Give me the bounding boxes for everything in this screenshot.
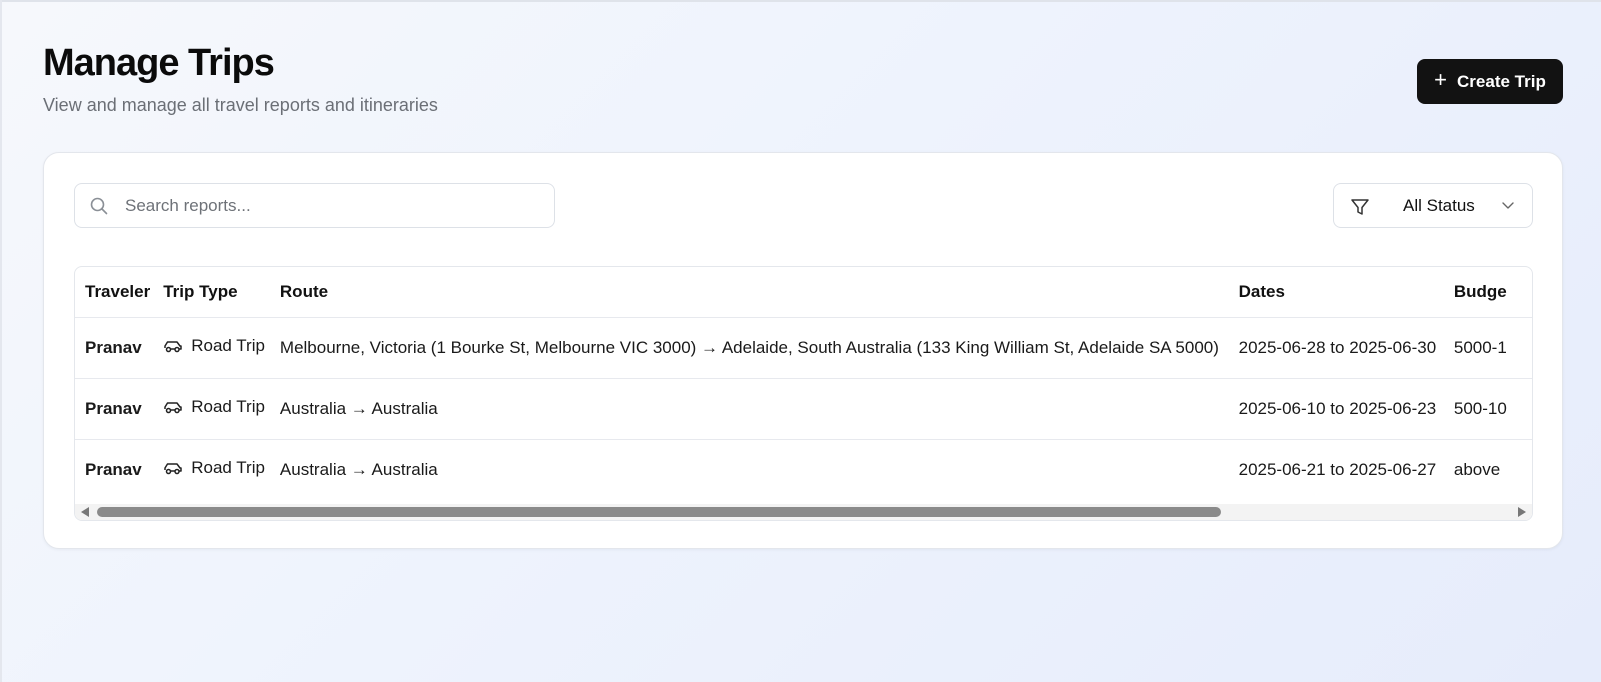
create-trip-button[interactable]: + Create Trip	[1417, 59, 1563, 104]
chevron-down-icon	[1502, 202, 1514, 209]
search-box	[74, 183, 555, 228]
column-header-budget[interactable]: Budge	[1444, 267, 1532, 317]
car-icon	[164, 341, 182, 353]
trips-table-container: Traveler Trip Type Route Dates Budge Pra…	[74, 266, 1533, 521]
page-title: Manage Trips	[43, 42, 275, 84]
create-trip-button-label: Create Trip	[1457, 71, 1546, 91]
column-header-trip-type[interactable]: Trip Type	[153, 267, 270, 317]
status-filter-select[interactable]: All Status	[1333, 183, 1533, 228]
traveler-cell: Pranav	[85, 337, 142, 357]
route-cell: Australia → Australia	[279, 398, 438, 418]
route-cell: Australia → Australia	[279, 459, 438, 479]
dates-cell: 2025-06-28 to 2025-06-30	[1238, 337, 1437, 357]
search-icon	[90, 197, 108, 215]
budget-cell: 500-10	[1453, 398, 1507, 418]
horizontal-scrollbar[interactable]	[75, 504, 1532, 520]
car-icon	[164, 463, 182, 475]
table-row[interactable]: Pranav Road Trip Melbourne, Victoria (1 …	[75, 317, 1532, 378]
filter-icon	[1351, 199, 1369, 215]
trip-type-cell: Road Trip	[153, 317, 270, 378]
trip-type-label: Road Trip	[191, 458, 265, 478]
dates-cell: 2025-06-10 to 2025-06-23	[1238, 398, 1437, 418]
traveler-cell: Pranav	[85, 459, 142, 479]
search-input[interactable]	[125, 184, 545, 227]
status-filter-value: All Status	[1403, 196, 1475, 215]
scroll-left-arrow-icon[interactable]	[81, 507, 89, 517]
car-icon	[164, 402, 182, 414]
column-header-route[interactable]: Route	[270, 267, 1229, 317]
trips-card: All Status Traveler Trip Type Route Date…	[43, 152, 1563, 549]
scrollbar-thumb[interactable]	[97, 507, 1221, 517]
trip-type-label: Road Trip	[191, 336, 265, 355]
column-header-dates[interactable]: Dates	[1229, 267, 1444, 317]
column-header-traveler[interactable]: Traveler	[75, 267, 153, 317]
trip-type-cell: Road Trip	[153, 378, 270, 439]
window-top-border	[0, 0, 1601, 2]
budget-cell: 5000-1	[1453, 337, 1507, 357]
trips-table: Traveler Trip Type Route Dates Budge Pra…	[75, 267, 1532, 500]
budget-cell: above	[1453, 459, 1501, 479]
page-subtitle: View and manage all travel reports and i…	[43, 95, 438, 115]
scroll-right-arrow-icon[interactable]	[1518, 507, 1526, 517]
trip-type-cell: Road Trip	[153, 439, 270, 500]
dates-cell: 2025-06-21 to 2025-06-27	[1238, 459, 1437, 479]
window-left-border	[0, 0, 2, 682]
table-header-row: Traveler Trip Type Route Dates Budge	[75, 267, 1532, 317]
plus-icon: +	[1434, 67, 1448, 92]
trip-type-label: Road Trip	[191, 397, 265, 416]
traveler-cell: Pranav	[85, 398, 142, 418]
table-row[interactable]: Pranav Road Trip Australia → Australia 2…	[75, 439, 1532, 500]
table-row[interactable]: Pranav Road Trip Australia → Australia 2…	[75, 378, 1532, 439]
route-cell: Melbourne, Victoria (1 Bourke St, Melbou…	[279, 337, 1219, 357]
